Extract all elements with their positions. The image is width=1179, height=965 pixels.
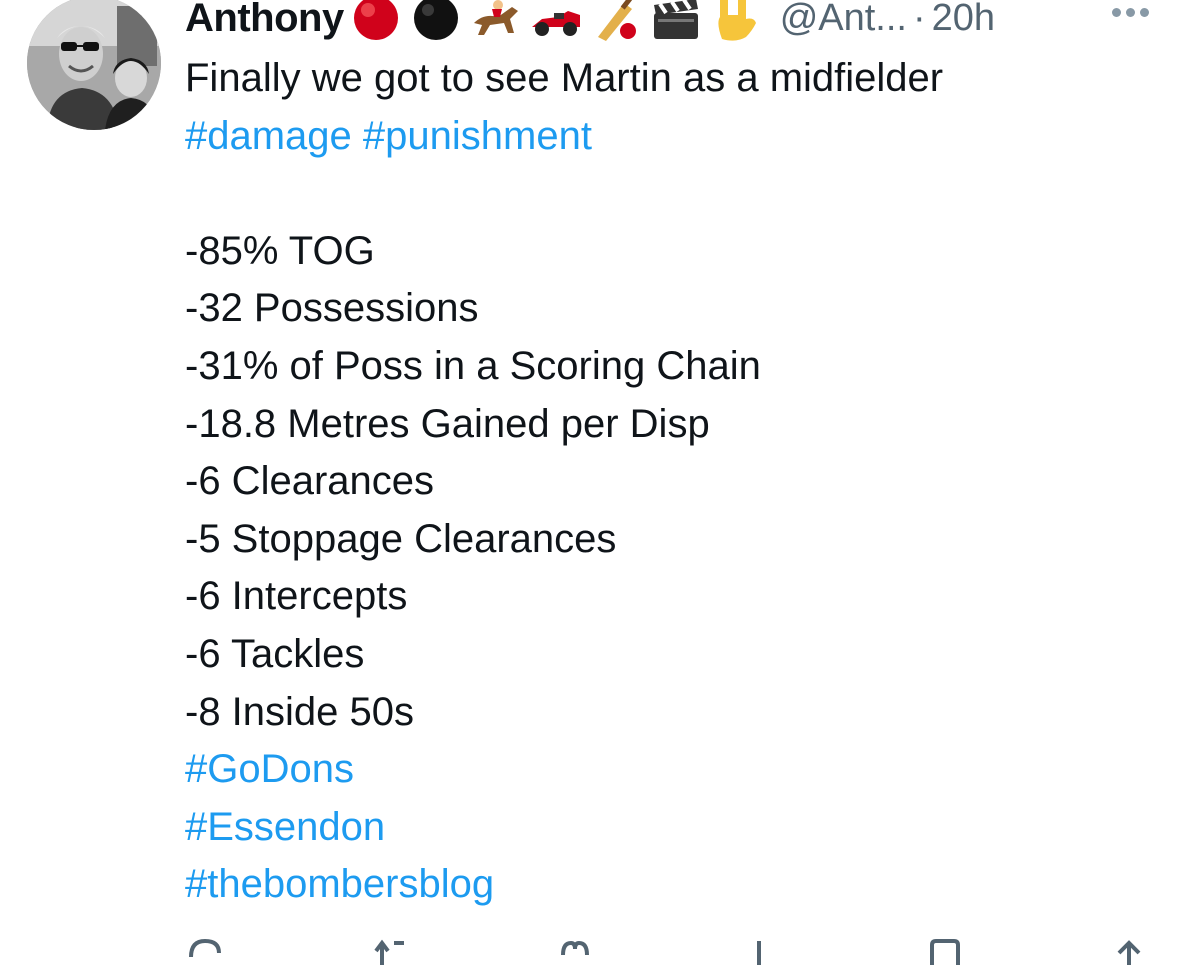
hashtag-line: #damage #punishment [185,108,1145,166]
retweet-button[interactable] [370,935,410,965]
avatar[interactable] [27,0,161,130]
stat-line: -6 Clearances [185,459,435,504]
views-button[interactable] [739,935,779,965]
stat-line: -18.8 Metres Gained per Disp [185,401,710,446]
timestamp[interactable]: 20h [932,0,995,40]
hashtag-link[interactable]: #punishment [363,114,592,158]
tweet-actions [185,935,1149,965]
rock-on-hand-icon [718,0,756,41]
views-icon [757,941,762,965]
stat-line: -32 Possessions [185,286,479,331]
horse-racing-icon [473,0,518,35]
stat-line: -5 Stoppage Clearances [185,516,617,561]
hashtag-link[interactable]: #GoDons [185,741,1145,799]
cricket-icon [597,0,636,41]
tweet-header: Anthony @Ant... · 20h [185,0,1149,44]
stat-line: -8 Inside 50s [185,689,415,734]
tweet-text: Finally we got to see Martin as a midfie… [185,50,1145,914]
stat-line: -6 Intercepts [185,574,408,619]
share-icon [1117,940,1141,965]
tweet-text-line: Finally we got to see Martin as a midfie… [185,56,944,100]
like-icon [560,940,589,956]
stat-line: -6 Tackles [185,631,365,676]
clapper-board-icon [653,0,698,39]
black-circle-icon [413,0,458,40]
reply-button[interactable] [185,935,225,965]
bookmark-icon [930,939,961,965]
retweet-icon [374,939,404,965]
more-options-icon[interactable] [1112,8,1149,17]
like-button[interactable] [555,935,595,965]
separator-dot: · [912,0,926,39]
display-name[interactable]: Anthony [185,0,344,41]
hashtag-link[interactable]: #Essendon [185,799,1145,857]
stat-line: -31% of Poss in a Scoring Chain [185,343,761,388]
bookmark-button[interactable] [924,935,964,965]
racing-car-icon [531,11,580,36]
stat-line: -85% TOG [185,228,375,273]
name-emojis [348,0,764,43]
reply-icon [189,938,221,958]
red-circle-icon [353,0,398,40]
hashtag-link[interactable]: #damage [185,114,352,158]
share-button[interactable] [1109,935,1149,965]
user-handle[interactable]: @Ant... [780,0,907,40]
hashtag-link[interactable]: #thebombersblog [185,856,1145,914]
